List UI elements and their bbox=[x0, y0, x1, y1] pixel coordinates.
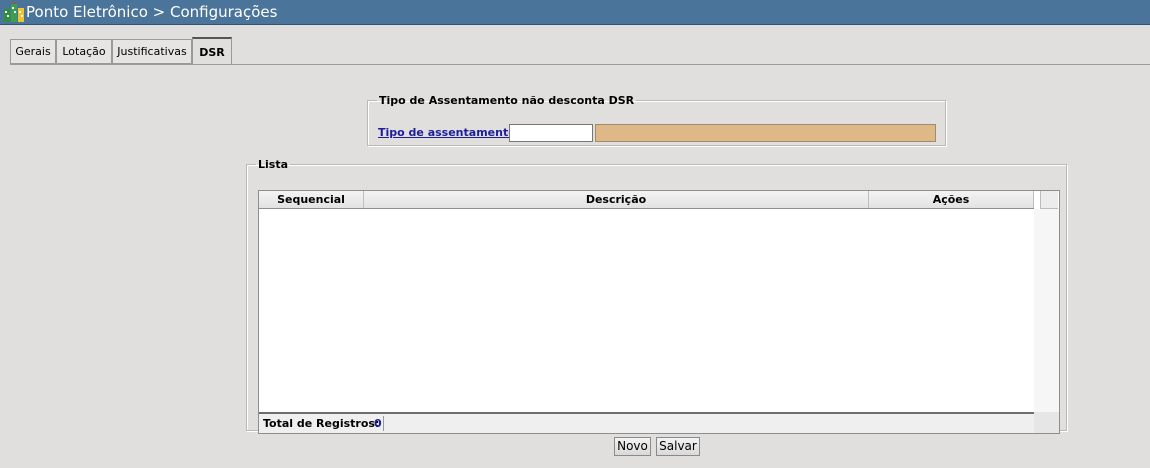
grid-corner-button[interactable] bbox=[1040, 191, 1058, 209]
tab-lotacao[interactable]: Lotação bbox=[56, 39, 112, 64]
grid-header: Sequencial Descrição Ações bbox=[259, 191, 1034, 209]
tab-dsr[interactable]: DSR bbox=[192, 37, 232, 65]
records-grid: Sequencial Descrição Ações Total de Regi… bbox=[258, 190, 1060, 434]
lista-fieldset: Lista Sequencial Descrição Ações Total d… bbox=[246, 158, 1067, 434]
tipo-assentamento-fieldset: Tipo de Assentamento não desconta DSR Ti… bbox=[367, 94, 946, 146]
page-title: Ponto Eletrônico > Configurações bbox=[26, 3, 278, 21]
column-header-descricao[interactable]: Descrição bbox=[364, 191, 869, 208]
tipo-assentamento-link[interactable]: Tipo de assentamento: bbox=[378, 126, 520, 139]
total-registros-value: 0 bbox=[374, 417, 382, 430]
tab-gerais[interactable]: Gerais bbox=[10, 39, 56, 64]
salvar-button[interactable]: Salvar bbox=[656, 437, 700, 456]
tipo-assentamento-legend: Tipo de Assentamento não desconta DSR bbox=[379, 94, 635, 107]
column-header-sequencial[interactable]: Sequencial bbox=[259, 191, 364, 208]
tipo-assentamento-description-field bbox=[595, 124, 936, 142]
novo-button[interactable]: Novo bbox=[614, 437, 651, 456]
title-bar: Ponto Eletrônico > Configurações bbox=[0, 0, 1150, 25]
tab-justificativas[interactable]: Justificativas bbox=[112, 39, 192, 64]
tipo-assentamento-code-input[interactable] bbox=[509, 124, 593, 142]
grid-body bbox=[259, 209, 1034, 411]
lista-legend: Lista bbox=[258, 158, 289, 171]
column-header-acoes[interactable]: Ações bbox=[869, 191, 1034, 208]
building-icon bbox=[4, 3, 24, 22]
footer-separator bbox=[383, 416, 384, 431]
tab-divider bbox=[10, 64, 1150, 65]
total-registros-label: Total de Registros: bbox=[263, 417, 380, 430]
grid-footer: Total de Registros: 0 bbox=[259, 412, 1034, 433]
footer-corner bbox=[1034, 412, 1059, 433]
vertical-scrollbar[interactable] bbox=[1034, 209, 1059, 413]
